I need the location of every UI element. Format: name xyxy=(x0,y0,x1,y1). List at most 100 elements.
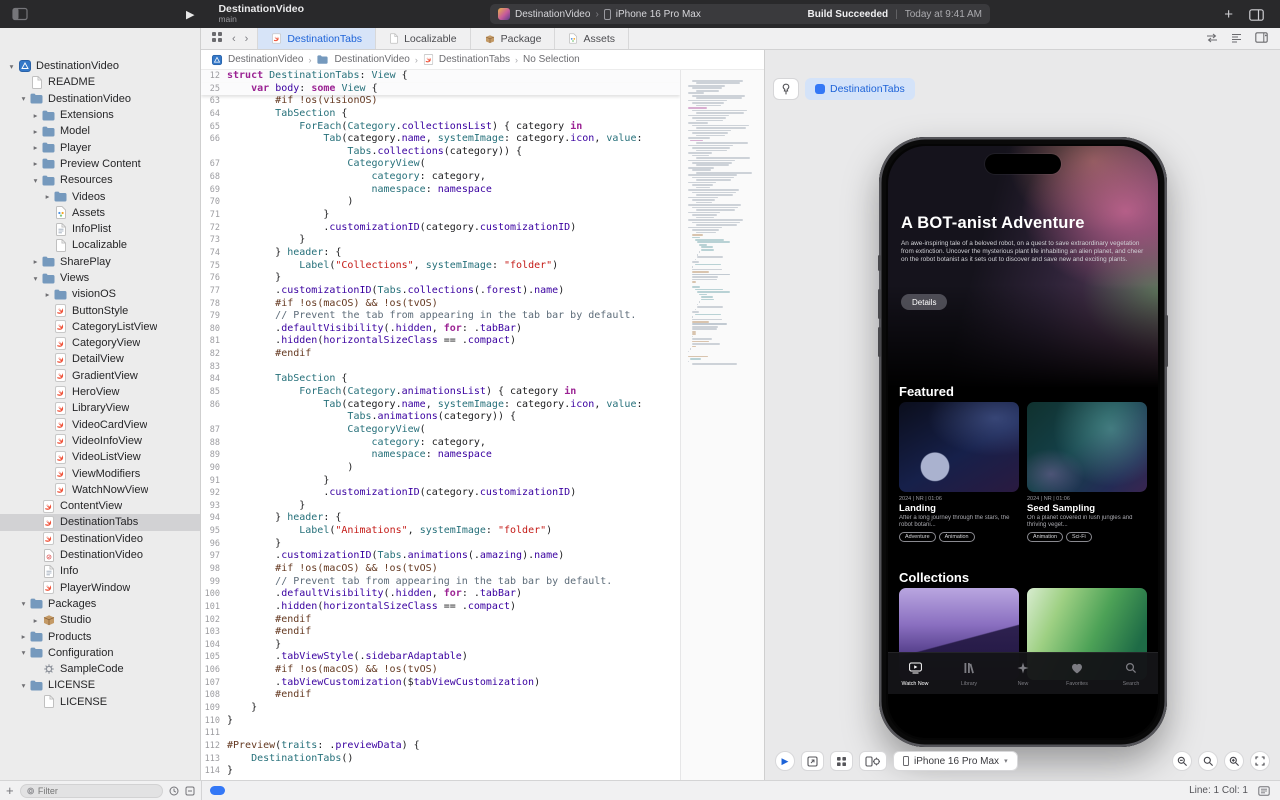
sidebar-item-destinationvideo[interactable]: DestinationVideo xyxy=(0,531,200,547)
code-line-65[interactable]: 65 ForEach(Category.collectionsList) { c… xyxy=(201,121,680,134)
preview-on-device-button[interactable] xyxy=(801,751,824,771)
code-line-63[interactable]: 63 #if !os(visionOS) xyxy=(201,95,680,108)
breadcrumb-item-destinationvideo[interactable]: DestinationVideo xyxy=(334,54,409,65)
code-line-104[interactable]: 104 } xyxy=(201,639,680,652)
disclosure-triangle[interactable]: ▾ xyxy=(18,648,29,657)
code-line-100[interactable]: 100 .defaultVisibility(.hidden, for: .ta… xyxy=(201,588,680,601)
code-line-90[interactable]: 90 ) xyxy=(201,462,680,475)
code-line-88[interactable]: 88 category: category, xyxy=(201,437,680,450)
code-line-97[interactable]: 97 .customizationID(Tabs.animations(.ama… xyxy=(201,550,680,563)
disclosure-triangle[interactable]: ▾ xyxy=(18,681,29,690)
code-line-99[interactable]: 99 // Prevent tab from appearing in the … xyxy=(201,576,680,589)
code-line-109[interactable]: 109 } xyxy=(201,702,680,715)
code-editor[interactable]: 12struct DestinationTabs: View {25 var b… xyxy=(201,70,680,780)
code-line-68[interactable]: 68 category: category, xyxy=(201,171,680,184)
breadcrumb-item-no-selection[interactable]: No Selection xyxy=(523,54,580,65)
disclosure-triangle[interactable]: ▸ xyxy=(30,616,41,625)
code-line-96[interactable]: 96 } xyxy=(201,538,680,551)
sidebar-item-views[interactable]: ▾Views xyxy=(0,270,200,286)
code-line-110[interactable]: 110} xyxy=(201,715,680,728)
sidebar-item-watchnowview[interactable]: WatchNowView xyxy=(0,482,200,498)
breadcrumb-item-destinationvideo[interactable]: DestinationVideo xyxy=(228,54,303,65)
code-line-112[interactable]: 112#Preview(traits: .previewData) { xyxy=(201,740,680,753)
code-line-102[interactable]: 102 #endif xyxy=(201,614,680,627)
app-tab-search[interactable]: Search xyxy=(1104,653,1158,694)
sidebar-item-shareplay[interactable]: ▸SharePlay xyxy=(0,254,200,270)
code-line-66[interactable]: 66 Tab(category.name, systemImage: categ… xyxy=(201,133,680,146)
tab-assets[interactable]: Assets xyxy=(554,28,629,49)
sidebar-item-preview-content[interactable]: ▸Preview Content xyxy=(0,156,200,172)
code-line-98[interactable]: 98 #if !os(macOS) && !os(tvOS) xyxy=(201,563,680,576)
code-line-108[interactable]: 108 #endif xyxy=(201,689,680,702)
code-line-69[interactable]: 69 namespace: namespace xyxy=(201,184,680,197)
scheme-name[interactable]: DestinationVideo xyxy=(515,9,590,20)
related-items-icon[interactable] xyxy=(211,30,223,48)
sidebar-item-resources[interactable]: ▾Resources xyxy=(0,172,200,188)
code-line-94[interactable]: 94 } header: { xyxy=(201,512,680,525)
back-chevron-icon[interactable]: ‹ xyxy=(232,33,236,45)
sidebar-item-heroview[interactable]: HeroView xyxy=(0,384,200,400)
code-line-78[interactable]: 78 #if !os(macOS) && !os(tvOS) xyxy=(201,298,680,311)
code-line-77[interactable]: 77 .customizationID(Tabs.collections(.fo… xyxy=(201,285,680,298)
sidebar-item-samplecode[interactable]: SampleCode xyxy=(0,661,200,677)
sidebar-item-categorylistview[interactable]: CategoryListView xyxy=(0,319,200,335)
forward-chevron-icon[interactable]: › xyxy=(245,33,249,45)
sidebar-item-studio[interactable]: ▸Studio xyxy=(0,612,200,628)
code-line-84[interactable]: 84 TabSection { xyxy=(201,373,680,386)
sidebar-item-model[interactable]: ▸Model xyxy=(0,123,200,139)
device-settings-button[interactable] xyxy=(859,751,887,771)
sidebar-item-visionos[interactable]: ▸visionOS xyxy=(0,286,200,302)
code-line-114[interactable]: 114} xyxy=(201,765,680,778)
app-tab-library[interactable]: Library xyxy=(942,653,996,694)
zoom-in-button[interactable] xyxy=(1224,751,1244,771)
sidebar-item-destinationvideo[interactable]: ▾DestinationVideo xyxy=(0,91,200,107)
code-line-101[interactable]: 101 .hidden(horizontalSizeClass == .comp… xyxy=(201,601,680,614)
sidebar-item-destinationvideo[interactable]: ▾DestinationVideo xyxy=(0,58,200,74)
sidebar-item-readme[interactable]: README xyxy=(0,74,200,90)
zoom-actual-button[interactable] xyxy=(1198,751,1218,771)
code-line-103[interactable]: 103 #endif xyxy=(201,626,680,639)
zoom-fit-button[interactable] xyxy=(1250,751,1270,771)
code-line-74[interactable]: 74 } header: { xyxy=(201,247,680,260)
disclosure-triangle[interactable]: ▸ xyxy=(30,143,41,152)
code-line-106[interactable]: 106 #if !os(macOS) && !os(tvOS) xyxy=(201,664,680,677)
code-line-91[interactable]: 91 } xyxy=(201,475,680,488)
code-line-wrap[interactable]: Tabs.collections(category)) { xyxy=(201,146,680,159)
breakpoint-indicator[interactable] xyxy=(210,786,225,795)
disclosure-triangle[interactable]: ▸ xyxy=(30,127,41,136)
code-line-25[interactable]: 25 var body: some View { xyxy=(201,83,680,96)
filter-input[interactable] xyxy=(38,786,156,796)
code-line-75[interactable]: 75 Label("Collections", systemImage: "fo… xyxy=(201,260,680,273)
minimap-toggle-icon[interactable] xyxy=(1231,30,1242,48)
sidebar-item-info[interactable]: Info xyxy=(0,563,200,579)
app-tab-favorites[interactable]: Favorites xyxy=(1050,653,1104,694)
sidebar-item-localizable[interactable]: Localizable xyxy=(0,237,200,253)
sidebar-item-license[interactable]: LICENSE xyxy=(0,694,200,710)
run-destination[interactable]: iPhone 16 Pro Max xyxy=(616,9,701,20)
code-line-92[interactable]: 92 .customizationID(category.customizati… xyxy=(201,487,680,500)
minimap[interactable] xyxy=(680,70,764,780)
tab-destinationtabs[interactable]: DestinationTabs xyxy=(257,28,376,49)
code-line-76[interactable]: 76 } xyxy=(201,272,680,285)
sidebar-item-products[interactable]: ▸Products xyxy=(0,628,200,644)
code-line-12[interactable]: 12struct DestinationTabs: View { xyxy=(201,70,680,83)
sidebar-item-detailview[interactable]: DetailView xyxy=(0,351,200,367)
sidebar-item-configuration[interactable]: ▾Configuration xyxy=(0,645,200,661)
video-card-landing[interactable]: 2024 | NR | 01:06LandingAfter a long jou… xyxy=(899,402,1019,542)
breadcrumb-item-destinationtabs[interactable]: DestinationTabs xyxy=(439,54,510,65)
details-button[interactable]: Details xyxy=(901,294,947,310)
editor-layout-icon[interactable] xyxy=(1249,8,1264,20)
code-line-111[interactable]: 111 xyxy=(201,727,680,740)
sidebar-item-viewmodifiers[interactable]: ViewModifiers xyxy=(0,465,200,481)
code-line-105[interactable]: 105 .tabViewStyle(.sidebarAdaptable) xyxy=(201,651,680,664)
sidebar-item-destinationvideo[interactable]: DestinationVideo xyxy=(0,547,200,563)
disclosure-triangle[interactable]: ▸ xyxy=(30,257,41,266)
source-control-status-icon[interactable] xyxy=(185,786,195,796)
sidebar-item-infoplist[interactable]: InfoPlist xyxy=(0,221,200,237)
disclosure-triangle[interactable]: ▸ xyxy=(42,192,53,201)
code-line-83[interactable]: 83 xyxy=(201,361,680,374)
app-tab-watch-now[interactable]: Watch Now xyxy=(888,653,942,694)
code-line-93[interactable]: 93 } xyxy=(201,500,680,513)
breadcrumb[interactable]: DestinationVideo›DestinationVideo›Destin… xyxy=(201,50,764,70)
recent-files-icon[interactable] xyxy=(169,786,179,796)
